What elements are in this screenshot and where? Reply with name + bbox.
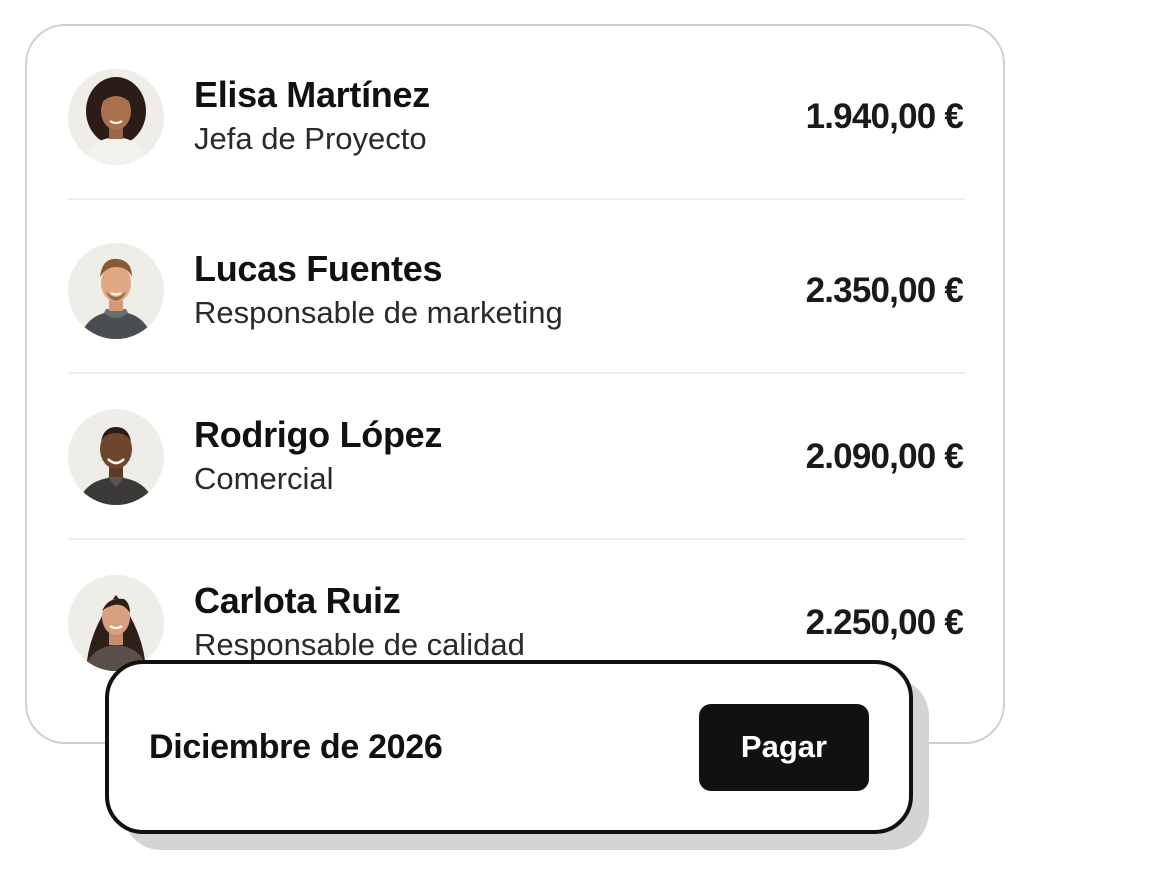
- employee-amount: 1.940,00 €: [805, 97, 964, 136]
- male-portrait-icon: [68, 243, 164, 339]
- employee-info: Elisa Martínez Jefa de Proyecto: [194, 75, 806, 159]
- payroll-period: Diciembre de 2026: [149, 727, 443, 766]
- female-portrait-icon: [68, 575, 164, 671]
- employee-list-card: Elisa Martínez Jefa de Proyecto 1.940,00…: [25, 24, 1005, 744]
- pay-button[interactable]: Pagar: [699, 703, 869, 791]
- employee-name: Elisa Martínez: [194, 74, 430, 115]
- employee-amount: 2.250,00 €: [805, 603, 964, 642]
- employee-row[interactable]: Lucas Fuentes Responsable de marketing 2…: [68, 208, 965, 374]
- employee-role: Comercial: [194, 461, 334, 496]
- employee-role: Jefa de Proyecto: [194, 121, 427, 156]
- avatar: [68, 409, 164, 505]
- employee-role: Responsable de marketing: [194, 295, 563, 330]
- female-portrait-icon: [68, 69, 164, 165]
- male-portrait-icon: [68, 409, 164, 505]
- avatar: [68, 69, 164, 165]
- employee-name: Carlota Ruiz: [194, 580, 401, 621]
- employee-info: Rodrigo López Comercial: [194, 415, 806, 499]
- employee-amount: 2.090,00 €: [805, 437, 964, 476]
- avatar: [68, 575, 164, 671]
- employee-name: Lucas Fuentes: [194, 248, 443, 289]
- employee-name: Rodrigo López: [194, 414, 443, 455]
- employee-info: Carlota Ruiz Responsable de calidad: [194, 581, 806, 665]
- employee-amount: 2.350,00 €: [805, 271, 964, 310]
- employee-row[interactable]: Rodrigo López Comercial 2.090,00 €: [68, 374, 965, 540]
- employee-role: Responsable de calidad: [194, 627, 525, 662]
- employee-row[interactable]: Elisa Martínez Jefa de Proyecto 1.940,00…: [68, 34, 965, 200]
- payment-bar: Diciembre de 2026 Pagar: [105, 660, 913, 834]
- payroll-widget: Elisa Martínez Jefa de Proyecto 1.940,00…: [0, 0, 1160, 869]
- avatar: [68, 243, 164, 339]
- employee-info: Lucas Fuentes Responsable de marketing: [194, 249, 806, 333]
